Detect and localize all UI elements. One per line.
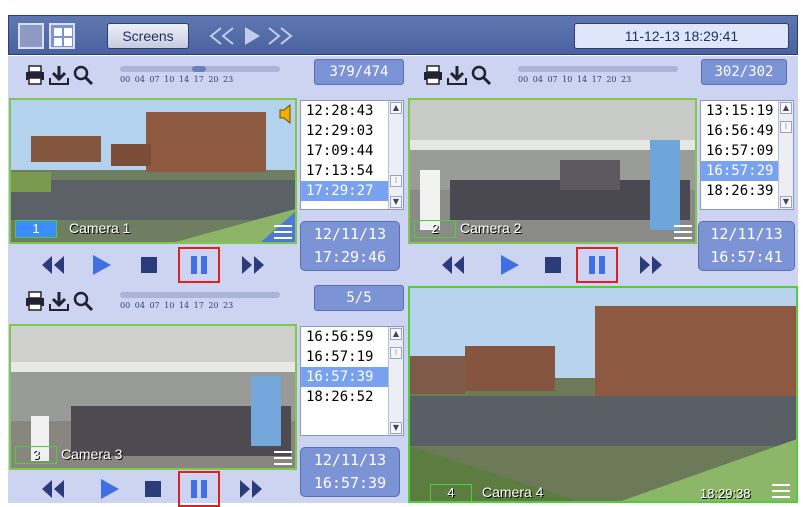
camera-2-event-list[interactable]: 13:15:19 16:56:49 16:57:09 16:57:29 18:2… — [700, 100, 794, 210]
camera-1-event-counter: 379/474 — [314, 59, 404, 85]
print-icon[interactable] — [24, 64, 46, 86]
camera-2-view[interactable]: 2 Camera 2 — [408, 98, 697, 244]
camera-2-event-counter: 302/302 — [701, 59, 787, 85]
camera-3-menu-icon[interactable] — [274, 451, 292, 465]
scroll-up-icon[interactable]: ▲ — [390, 328, 402, 340]
camera-1-playback-controls — [38, 247, 278, 283]
camera-2-menu-icon[interactable] — [674, 225, 692, 239]
camera-3-datetime: 12/11/13 16:57:39 — [300, 447, 400, 497]
pause-button[interactable] — [178, 247, 220, 283]
scroll-thumb[interactable]: ⁝ — [780, 121, 792, 133]
camera-2-time: 16:57:41 — [710, 248, 783, 266]
rewind-fast-icon[interactable] — [207, 24, 237, 48]
speaker-icon[interactable] — [279, 104, 291, 124]
camera-4-menu-icon[interactable] — [772, 484, 790, 498]
play-icon[interactable] — [86, 250, 116, 280]
download-icon[interactable] — [48, 290, 70, 312]
timeline-slider[interactable]: 00 04 07 10 14 17 20 23 — [120, 66, 285, 90]
camera-3-event-counter: 5/5 — [314, 285, 404, 311]
scroll-thumb[interactable]: ⁝ — [390, 175, 402, 187]
scroll-down-icon[interactable]: ▼ — [390, 196, 402, 208]
camera-2-toolbar: 00 04 07 10 14 17 20 23 302/302 — [408, 59, 798, 95]
current-datetime: 11-12-13 18:29:41 — [574, 23, 789, 49]
fast-forward-icon[interactable] — [238, 250, 268, 280]
print-icon[interactable] — [422, 64, 444, 86]
camera-2-number-badge: 2 — [414, 220, 456, 238]
search-icon[interactable] — [72, 290, 94, 312]
camera-4-view[interactable]: 4 Camera 4 18:29:38 — [408, 286, 798, 503]
play-icon[interactable] — [241, 24, 263, 48]
stop-icon[interactable] — [138, 474, 168, 504]
download-icon[interactable] — [446, 64, 468, 86]
scrollbar[interactable]: ▲ ⁝ ▼ — [388, 101, 403, 209]
timeline-ticks: 00 04 07 10 14 17 20 23 — [518, 75, 632, 84]
camera-3-name: Camera 3 — [61, 446, 123, 462]
forward-fast-icon[interactable] — [265, 24, 295, 48]
camera-1-name: Camera 1 — [69, 220, 131, 236]
download-icon[interactable] — [48, 64, 70, 86]
scroll-up-icon[interactable]: ▲ — [780, 102, 792, 114]
print-icon[interactable] — [24, 290, 46, 312]
camera-2-name: Camera 2 — [460, 220, 522, 236]
pause-icon — [589, 256, 605, 274]
timeline-ticks: 00 04 07 10 14 17 20 23 — [120, 301, 234, 310]
pause-button[interactable] — [178, 471, 220, 507]
timeline-slider[interactable]: 00 04 07 10 14 17 20 23 — [120, 292, 285, 316]
rewind-icon[interactable] — [438, 250, 468, 280]
search-icon[interactable] — [72, 64, 94, 86]
camera-1-datetime: 12/11/13 17:29:46 — [300, 221, 400, 271]
pause-button[interactable] — [576, 247, 618, 283]
camera-1-toolbar: 00 04 07 10 14 17 20 23 379/474 — [8, 59, 408, 95]
quad-layout-button[interactable] — [49, 23, 75, 49]
pause-icon — [191, 256, 207, 274]
camera-1-number-badge: 1 — [15, 220, 57, 238]
camera-2-date: 12/11/13 — [710, 225, 783, 243]
rewind-icon[interactable] — [38, 474, 68, 504]
camera-4-live-time: 18:29:38 — [700, 486, 751, 501]
scroll-up-icon[interactable]: ▲ — [390, 102, 402, 114]
play-icon[interactable] — [494, 250, 524, 280]
camera-3-event-list[interactable]: 16:56:59 16:57:19 16:57:39 18:26:52 ▲ ⁝ … — [300, 326, 404, 436]
camera-1-time: 17:29:46 — [313, 248, 387, 266]
camera-1-menu-icon[interactable] — [274, 225, 292, 239]
camera-3-view[interactable]: 3 Camera 3 — [9, 324, 297, 470]
fast-forward-icon[interactable] — [636, 250, 666, 280]
search-icon[interactable] — [470, 64, 492, 86]
camera-2-playback-controls — [438, 247, 678, 283]
camera-3-date: 12/11/13 — [313, 451, 387, 469]
camera-4-image — [410, 288, 796, 501]
stop-icon[interactable] — [134, 250, 164, 280]
timeline-ticks: 00 04 07 10 14 17 20 23 — [120, 75, 234, 84]
camera-4-name: Camera 4 — [482, 484, 544, 500]
scroll-down-icon[interactable]: ▼ — [780, 196, 792, 208]
camera-3-time: 16:57:39 — [313, 474, 387, 492]
camera-4-number-badge: 4 — [430, 484, 472, 501]
camera-grid: 00 04 07 10 14 17 20 23 379/474 1 Camera… — [8, 56, 798, 507]
scroll-down-icon[interactable]: ▼ — [390, 422, 402, 434]
camera-3-number-badge: 3 — [15, 446, 57, 464]
stop-icon[interactable] — [538, 250, 568, 280]
camera-3-playback-controls — [38, 471, 278, 507]
camera-3-toolbar: 00 04 07 10 14 17 20 23 5/5 — [8, 285, 408, 321]
camera-2-datetime: 12/11/13 16:57:41 — [698, 221, 795, 271]
camera-1-date: 12/11/13 — [313, 225, 387, 243]
screens-button[interactable]: Screens — [107, 23, 189, 49]
scroll-thumb[interactable]: ⁝ — [390, 347, 402, 359]
timeline-slider[interactable]: 00 04 07 10 14 17 20 23 — [518, 66, 683, 90]
pause-icon — [191, 480, 207, 498]
fast-forward-icon[interactable] — [236, 474, 266, 504]
top-toolbar: Screens 11-12-13 18:29:41 — [8, 15, 798, 55]
camera-1-event-list[interactable]: 12:28:43 12:29:03 17:09:44 17:13:54 17:2… — [300, 100, 404, 210]
camera-1-view[interactable]: 1 Camera 1 — [9, 98, 297, 244]
play-icon[interactable] — [94, 474, 124, 504]
scrollbar[interactable]: ▲ ⁝ ▼ — [778, 101, 793, 209]
single-layout-button[interactable] — [18, 23, 44, 49]
scrollbar[interactable]: ▲ ⁝ ▼ — [388, 327, 403, 435]
rewind-icon[interactable] — [38, 250, 68, 280]
